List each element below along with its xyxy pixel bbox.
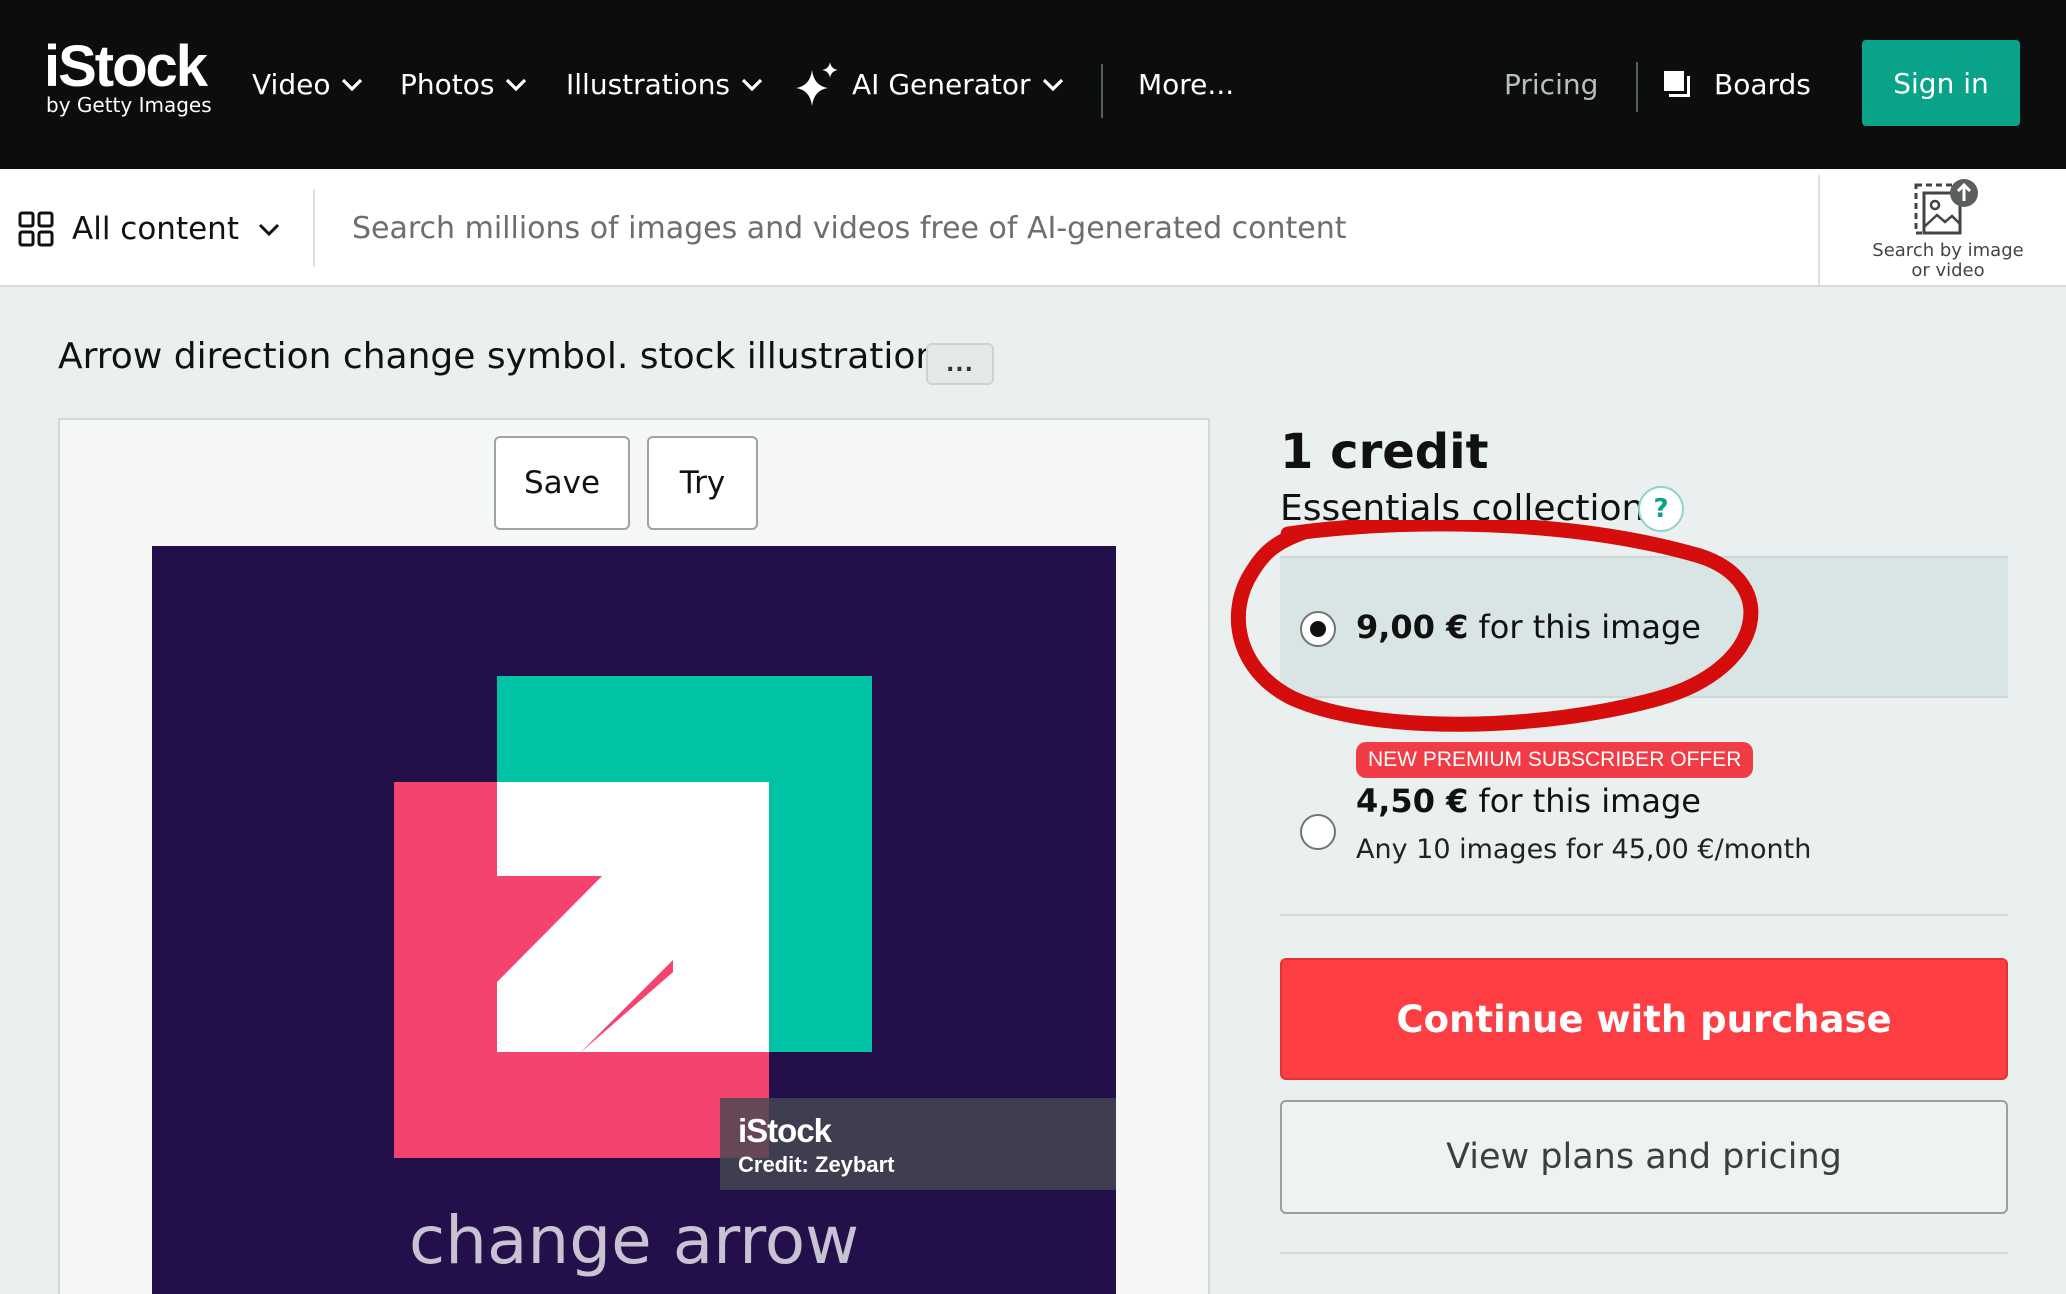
nav-video-label: Video bbox=[252, 67, 331, 101]
boards-label: Boards bbox=[1714, 67, 1811, 101]
help-icon[interactable]: ? bbox=[1638, 486, 1684, 532]
credit-price-title: 1 credit bbox=[1280, 424, 1489, 480]
sparkle-icon bbox=[796, 62, 838, 106]
nav-illustrations-label: Illustrations bbox=[566, 67, 731, 101]
chevron-down-icon bbox=[506, 78, 527, 92]
image-upload-icon bbox=[1914, 179, 1978, 235]
pricing-label: Pricing bbox=[1504, 67, 1599, 101]
nav-photos-label: Photos bbox=[400, 67, 495, 101]
search-by-image-label-2: or video bbox=[1911, 260, 1985, 281]
chevron-down-icon bbox=[258, 223, 280, 237]
watermark-credit: Credit: Zeybart bbox=[738, 1152, 895, 1177]
option-subscription-suffix: for this image bbox=[1468, 782, 1701, 820]
more-options-button[interactable]: ... bbox=[926, 343, 994, 385]
watermark-logo: iStock bbox=[738, 1112, 832, 1149]
continue-with-purchase-button[interactable]: Continue with purchase bbox=[1280, 958, 2008, 1080]
try-button[interactable]: Try bbox=[647, 436, 758, 530]
option-single-price: 9,00 € for this image bbox=[1356, 608, 1701, 646]
istock-logo[interactable]: iStock by Getty Images bbox=[44, 34, 212, 117]
nav-ai-generator[interactable]: AI Generator bbox=[794, 62, 1065, 106]
search-by-image-button[interactable]: Search by image or video bbox=[1860, 177, 2036, 281]
boards-icon bbox=[1664, 71, 1690, 97]
nav-photos[interactable]: Photos bbox=[400, 62, 528, 106]
nav-ai-generator-label: AI Generator bbox=[852, 67, 1031, 101]
option-subscription-detail: Any 10 images for 45,00 €/month bbox=[1356, 834, 1812, 865]
logo-wordmark: iStock bbox=[44, 34, 208, 99]
search-by-image-label-1: Search by image bbox=[1872, 240, 2024, 261]
chevron-down-icon bbox=[1042, 78, 1063, 92]
search-divider bbox=[1818, 175, 1820, 285]
nav-video[interactable]: Video bbox=[252, 62, 364, 106]
stock-image[interactable]: iStock Credit: Zeybart change arrow bbox=[152, 546, 1116, 1294]
radio-selected[interactable] bbox=[1300, 611, 1336, 647]
watermark: iStock Credit: Zeybart bbox=[720, 1098, 1116, 1190]
panel-divider bbox=[1280, 1252, 2008, 1254]
nav-more-label: More... bbox=[1138, 67, 1235, 101]
nav-more[interactable]: More... bbox=[1138, 62, 1234, 106]
save-button[interactable]: Save bbox=[494, 436, 630, 530]
option-subscription-price: 4,50 € for this image bbox=[1356, 782, 1701, 820]
nav-divider bbox=[1101, 64, 1103, 118]
collection-label: Essentials collection bbox=[1280, 488, 1645, 529]
sign-in-button[interactable]: Sign in bbox=[1862, 40, 2020, 126]
option-single-amount: 9,00 € bbox=[1356, 608, 1469, 646]
option-single-suffix: for this image bbox=[1468, 608, 1701, 646]
nav-illustrations[interactable]: Illustrations bbox=[566, 62, 764, 106]
image-caption-text: change arrow bbox=[408, 1202, 860, 1279]
search-bar: All content Search by image or video bbox=[0, 169, 2066, 287]
nav-divider bbox=[1636, 62, 1638, 112]
view-plans-button[interactable]: View plans and pricing bbox=[1280, 1100, 2008, 1214]
panel-divider bbox=[1280, 914, 2008, 916]
search-input[interactable] bbox=[352, 199, 1792, 257]
content-type-dropdown[interactable]: All content bbox=[18, 205, 281, 253]
pricing-link[interactable]: Pricing bbox=[1504, 62, 1598, 106]
top-navigation-bar: iStock by Getty Images Video Photos Illu… bbox=[0, 0, 2066, 169]
asset-title: Arrow direction change symbol. stock ill… bbox=[58, 336, 939, 377]
option-subscription-amount: 4,50 € bbox=[1356, 782, 1469, 820]
chevron-down-icon bbox=[741, 78, 763, 92]
content-type-label: All content bbox=[72, 211, 239, 247]
boards-link[interactable]: Boards bbox=[1662, 62, 1811, 106]
search-divider bbox=[313, 189, 315, 267]
logo-tagline: by Getty Images bbox=[46, 93, 212, 117]
radio-unselected[interactable] bbox=[1300, 814, 1336, 850]
grid-icon bbox=[18, 211, 54, 247]
offer-badge: NEW PREMIUM SUBSCRIBER OFFER bbox=[1356, 742, 1754, 778]
chevron-down-icon bbox=[342, 78, 363, 92]
